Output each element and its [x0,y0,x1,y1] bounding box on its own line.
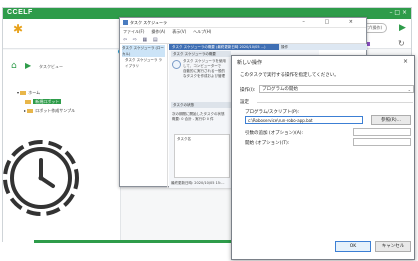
ts-toolbar[interactable]: ⇦ ⇨ ▦ ▤ [120,36,366,44]
status-line: 概要: 0 合計 - 実行中 0 件 [172,117,214,121]
operation-label: 操作(I): [240,88,256,93]
start-in-input[interactable] [353,138,411,146]
clock-small-icon [172,60,181,69]
start-robot-icon[interactable]: ▶ [399,23,406,33]
app-logo: CCELF [7,9,33,16]
app-accent-line [34,240,246,243]
menu-help[interactable]: ヘルプ(H) [193,29,211,34]
browse-button[interactable]: 参照(R)... [371,115,411,125]
dialog-instruction: このタスクで実行する操作を指定してください。 [240,73,339,78]
app-window-controls[interactable]: – □ × [389,9,407,16]
menu-file[interactable]: ファイル(F) [123,29,144,34]
folder-icon [27,109,34,113]
folder-icon [25,100,32,104]
menu-action[interactable]: 操作(A) [151,29,165,34]
ts-title: タスク スケジューラ [130,20,167,25]
new-action-dialog: 新しい操作 × このタスクで実行する操作を指定してください。 操作(I): プロ… [231,55,415,260]
ts-window-controls[interactable]: – □ × [302,19,362,25]
settings-label: 設定 [240,100,249,105]
tree-item-label: ホーム [28,90,41,95]
arguments-input[interactable] [353,128,411,136]
status-section-header[interactable]: タスクの状態 [171,102,231,108]
chevron-down-icon: ⌄ [407,87,411,92]
ok-button[interactable]: OK [335,241,371,252]
overview-section-header[interactable]: タスク スケジューラの概要 [171,51,231,57]
cancel-button[interactable]: キャンセル [375,241,411,252]
overview-text: タスク スケジューラを使用 して、コンピューターで 自動的に実行される一般的 な… [183,59,226,79]
task-scheduler-icon [123,20,128,25]
divider [257,102,413,103]
ts-tree-item-library[interactable]: タスク スケジューラ ライブラリ [122,57,165,69]
operation-select[interactable]: プログラムの開始 ⌄ [259,85,414,93]
ts-titlebar: タスク スケジューラ – □ × [120,18,366,28]
last-updated: 最終更新日時: 2020/10/05 15:... [171,181,225,185]
refresh-icon[interactable]: ↻ [398,39,405,48]
operation-value: プログラムの開始 [262,87,298,92]
ts-menubar: ファイル(F) 操作(A) 表示(V) ヘルプ(H) [120,28,366,36]
puzzle-icon: ✱ [13,22,24,36]
close-icon[interactable]: × [403,58,408,65]
tree-item-new-robot[interactable]: 新規ロボット [17,97,75,106]
folder-icon [20,91,27,95]
status-text: 次の期間に開始したタスクの状態 概要: 0 合計 - 実行中 0 件 [172,112,225,122]
play-icon[interactable]: ▶ [25,61,31,70]
ts-tree-item-local[interactable]: タスク スケジューラ (ローカル) [122,45,165,57]
ts-tree: タスク スケジューラ (ローカル) タスク スケジューラ ライブラリ [120,44,168,188]
start-in-label: 開始 (オプション)(T): [245,141,290,146]
program-input[interactable]: c:\Roboservice\run-robo-app.bat [245,116,363,124]
menu-view[interactable]: 表示(V) [172,29,186,34]
arguments-label: 引数の追加 (オプション)(A): [245,131,304,136]
task-list-header: タスク名 [177,137,191,141]
overview-line: なタスクを作成および管理 [183,74,225,78]
breadcrumb: タスクビュー [39,64,63,69]
dialog-title: 新しい操作 [237,60,263,66]
tree-item-sample[interactable]: ▸ ロボット作成サンプル [17,106,75,115]
robot-tree: ▾ ホーム 新規ロボット ▸ ロボット作成サンプル [17,88,75,115]
clock-icon [3,140,79,216]
home-icon[interactable]: ⌂ [11,61,17,71]
program-label: プログラム/スクリプト(P): [245,110,300,115]
tree-item-home[interactable]: ▾ ホーム [17,88,75,97]
tree-item-label: ロボット作成サンプル [35,108,76,113]
task-list[interactable]: タスク名 [174,134,230,178]
tree-item-label: 新規ロボット [33,99,62,104]
